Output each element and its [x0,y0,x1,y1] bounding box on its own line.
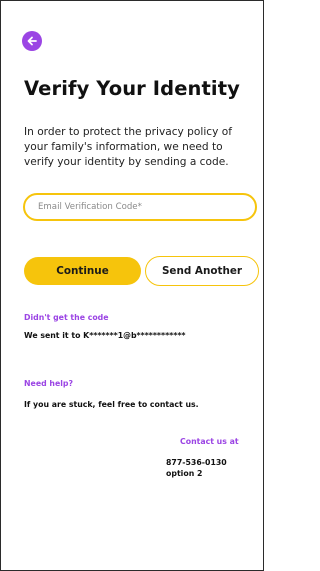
sent-to-text: We sent it to K*******1@b************ [24,331,186,340]
phone-number: 877-536-0130 [166,458,227,467]
send-another-button[interactable]: Send Another [145,256,259,286]
contact-phone: 877-536-0130 option 2 [166,457,227,479]
intro-text: In order to protect the privacy policy o… [24,126,232,168]
contact-us-label: Contact us at [180,437,239,446]
email-verification-code-input[interactable] [23,193,257,221]
arrow-left-icon [26,35,38,47]
back-button[interactable] [22,31,42,51]
page-title: Verify Your Identity [24,77,240,100]
phone-option: option 2 [166,469,203,478]
no-code-label: Didn't get the code [24,313,109,322]
continue-button[interactable]: Continue [24,257,141,285]
need-help-label: Need help? [24,379,74,388]
help-text: If you are stuck, feel free to contact u… [24,400,199,409]
verify-identity-screen: Verify Your Identity In order to protect… [0,0,264,571]
